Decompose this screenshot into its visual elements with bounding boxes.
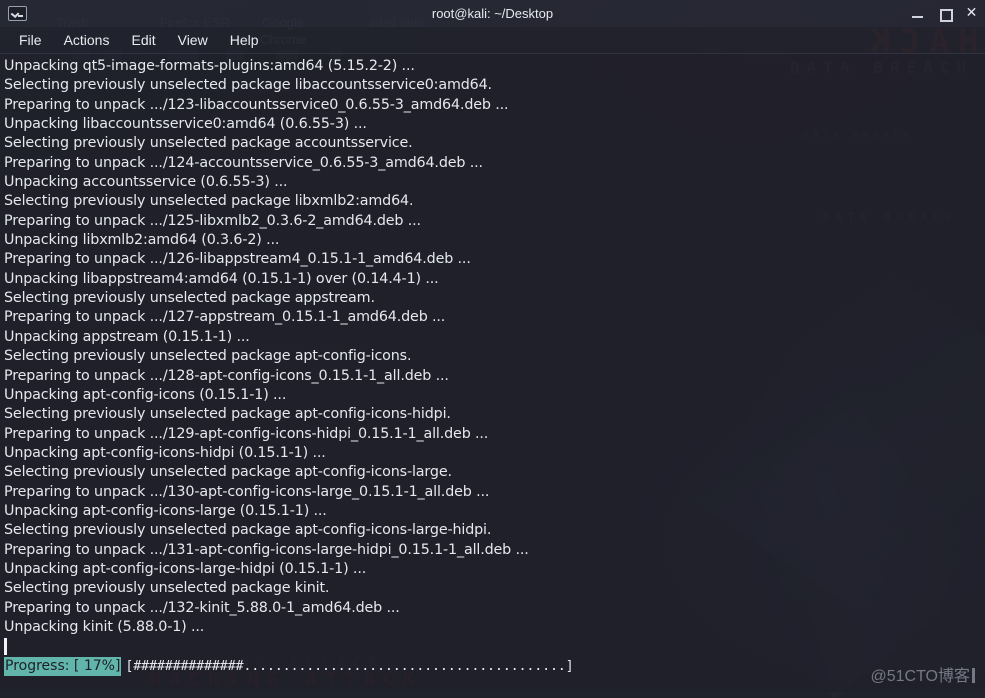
terminal-line: Preparing to unpack .../129-apt-config-i… — [4, 425, 985, 444]
maximize-button[interactable] — [938, 7, 951, 20]
terminal-line: Preparing to unpack .../124-accountsserv… — [4, 154, 985, 173]
progress-bar: [##############.........................… — [125, 657, 573, 676]
terminal-line: Preparing to unpack .../123-libaccountss… — [4, 96, 985, 115]
terminal-scrollback: Unpacking qt5-image-formats-plugins:amd6… — [4, 57, 985, 637]
terminal-line: Preparing to unpack .../130-apt-config-i… — [4, 483, 985, 502]
terminal-line: Unpacking libaccountsservice0:amd64 (0.6… — [4, 115, 985, 134]
menu-item-help[interactable]: Help — [219, 30, 270, 50]
terminal-line: Selecting previously unselected package … — [4, 463, 985, 482]
terminal-line: Preparing to unpack .../126-libappstream… — [4, 250, 985, 269]
terminal-icon — [8, 6, 27, 21]
window-controls: ✕ — [911, 7, 978, 20]
menu-item-actions[interactable]: Actions — [53, 30, 121, 50]
terminal-line: Unpacking appstream (0.15.1-1) ... — [4, 328, 985, 347]
terminal-line: Unpacking libappstream4:amd64 (0.15.1-1)… — [4, 270, 985, 289]
progress-label: Progress: [ 17%] — [4, 657, 121, 676]
menu-item-view[interactable]: View — [167, 30, 219, 50]
terminal-line: Preparing to unpack .../127-appstream_0.… — [4, 308, 985, 327]
terminal-cursor-line — [4, 637, 985, 656]
terminal-line: Unpacking apt-config-icons (0.15.1-1) ..… — [4, 386, 985, 405]
terminal-line: Preparing to unpack .../125-libxmlb2_0.3… — [4, 212, 985, 231]
terminal-line: Unpacking apt-config-icons-large (0.15.1… — [4, 502, 985, 521]
terminal-line: Selecting previously unselected package … — [4, 76, 985, 95]
terminal-line: Selecting previously unselected package … — [4, 192, 985, 211]
menu-item-edit[interactable]: Edit — [120, 30, 166, 50]
terminal-line: Selecting previously unselected package … — [4, 521, 985, 540]
terminal-line: Unpacking accountsservice (0.6.55-3) ... — [4, 173, 985, 192]
terminal-line: Selecting previously unselected package … — [4, 579, 985, 598]
minimize-button[interactable] — [911, 7, 924, 20]
menubar: File Actions Edit View Help — [0, 27, 985, 54]
terminal-line: Unpacking qt5-image-formats-plugins:amd6… — [4, 57, 985, 76]
terminal-line: Unpacking kinit (5.88.0-1) ... — [4, 618, 985, 637]
text-cursor — [4, 638, 7, 655]
terminal-line: Preparing to unpack .../131-apt-config-i… — [4, 541, 985, 560]
terminal-line: Preparing to unpack .../132-kinit_5.88.0… — [4, 599, 985, 618]
window-title: root@kali: ~/Desktop — [0, 6, 985, 21]
close-button[interactable]: ✕ — [965, 7, 978, 20]
terminal-line: Selecting previously unselected package … — [4, 405, 985, 424]
menu-item-file[interactable]: File — [8, 30, 53, 50]
window-titlebar[interactable]: root@kali: ~/Desktop ✕ — [0, 0, 985, 27]
progress-line: Progress: [ 17%] [##############........… — [4, 657, 985, 676]
terminal-line: Unpacking apt-config-icons-large-hidpi (… — [4, 560, 985, 579]
terminal-line: Selecting previously unselected package … — [4, 289, 985, 308]
terminal-line: Unpacking apt-config-icons-hidpi (0.15.1… — [4, 444, 985, 463]
terminal-line: Selecting previously unselected package … — [4, 134, 985, 153]
terminal-output-area[interactable]: Unpacking qt5-image-formats-plugins:amd6… — [0, 54, 985, 692]
terminal-line: Preparing to unpack .../128-apt-config-i… — [4, 367, 985, 386]
terminal-line: Selecting previously unselected package … — [4, 347, 985, 366]
terminal-window: root@kali: ~/Desktop ✕ File Actions Edit… — [0, 0, 985, 692]
terminal-line: Unpacking libxmlb2:amd64 (0.3.6-2) ... — [4, 231, 985, 250]
